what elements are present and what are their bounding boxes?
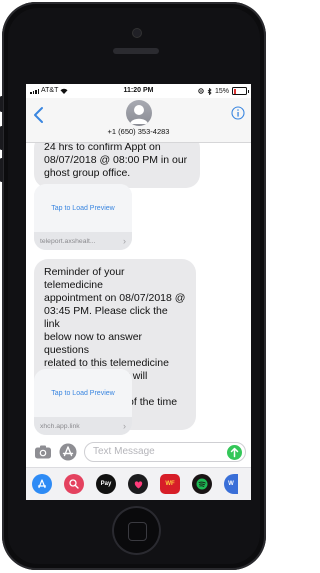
apple-pay-app-icon[interactable]: Pay: [96, 474, 116, 494]
info-icon[interactable]: [231, 106, 245, 120]
message-input[interactable]: Text Message: [84, 442, 246, 462]
status-right: 15%: [198, 87, 249, 95]
message-line: ghost group office.: [44, 167, 131, 179]
bluetooth-icon: [207, 87, 212, 95]
tap-to-load-preview[interactable]: Tap to Load Preview: [34, 184, 132, 232]
magnifier-icon: [69, 479, 79, 489]
spotify-icon: [196, 478, 208, 490]
spotify-app-icon[interactable]: [192, 474, 212, 494]
app-store-icon[interactable]: [59, 443, 77, 461]
mute-switch: [0, 96, 3, 112]
message-line: 03:45 PM. Please click the link: [44, 305, 168, 330]
link-domain-row: teleport.axshealt... ›: [34, 232, 132, 250]
location-icon: [198, 88, 204, 94]
digital-touch-app-icon[interactable]: [128, 474, 148, 494]
camera-icon[interactable]: [34, 444, 52, 460]
link-preview-2[interactable]: Tap to Load Preview xhch.app.link ›: [34, 369, 132, 435]
back-chevron-icon[interactable]: [32, 106, 46, 124]
message-line: below now to answer questions: [44, 331, 143, 356]
home-button[interactable]: [112, 506, 161, 555]
chevron-right-icon: ›: [123, 236, 126, 246]
person-silhouette-icon: [130, 105, 148, 124]
wells-fargo-app-icon[interactable]: WF: [160, 474, 180, 494]
composer-bar: Text Message: [26, 441, 251, 465]
send-button[interactable]: [227, 445, 242, 460]
battery-level-fill: [233, 88, 236, 94]
status-bar: AT&T 11:20 PM 15%: [26, 84, 251, 98]
message-bubble-1[interactable]: 24 hrs to confirm Appt on 08/07/2018 @ 0…: [34, 143, 200, 188]
battery-icon: [232, 87, 249, 95]
tap-to-load-preview[interactable]: Tap to Load Preview: [34, 369, 132, 417]
partial-app-letter: W: [228, 481, 234, 487]
volume-up-button[interactable]: [0, 126, 3, 150]
image-search-app-icon[interactable]: [64, 474, 84, 494]
message-input-placeholder: Text Message: [93, 446, 155, 457]
message-line: 24 hrs to confirm Appt on: [44, 143, 161, 153]
arrow-up-icon: [230, 447, 239, 458]
message-thread[interactable]: 24 hrs to confirm Appt on 08/07/2018 @ 0…: [26, 143, 251, 439]
volume-down-button[interactable]: [0, 158, 3, 182]
chevron-right-icon: ›: [123, 421, 126, 431]
conversation-header: +1 (650) 353-4283: [26, 98, 251, 143]
earpiece-speaker: [113, 48, 159, 54]
heart-icon: [134, 480, 142, 488]
message-line: Reminder of your telemedicine: [44, 266, 125, 291]
link-domain-row: xhch.app.link ›: [34, 417, 132, 435]
app-store-app-icon[interactable]: [32, 474, 52, 494]
link-preview-1[interactable]: Tap to Load Preview teleport.axshealt...…: [34, 184, 132, 250]
link-domain: teleport.axshealt...: [40, 237, 96, 245]
link-domain: xhch.app.link: [40, 422, 80, 430]
home-button-square: [128, 522, 147, 541]
contact-number[interactable]: +1 (650) 353-4283: [26, 127, 251, 136]
front-camera: [133, 29, 141, 37]
partial-app-icon[interactable]: W: [224, 474, 238, 494]
message-line: 08/07/2018 @ 08:00 PM in our: [44, 154, 188, 166]
message-line: appointment on 08/07/2018 @: [44, 292, 186, 304]
apple-pay-label: Pay: [100, 481, 112, 487]
imessage-app-drawer: Pay WF W: [26, 467, 251, 500]
app-store-glyph-icon: [37, 479, 47, 489]
contact-avatar[interactable]: [126, 100, 152, 126]
battery-percent: 15%: [214, 87, 229, 95]
wells-fargo-label: WF: [165, 481, 175, 487]
screen: AT&T 11:20 PM 15% +1 (650) 353-4283 24 h…: [26, 84, 251, 500]
